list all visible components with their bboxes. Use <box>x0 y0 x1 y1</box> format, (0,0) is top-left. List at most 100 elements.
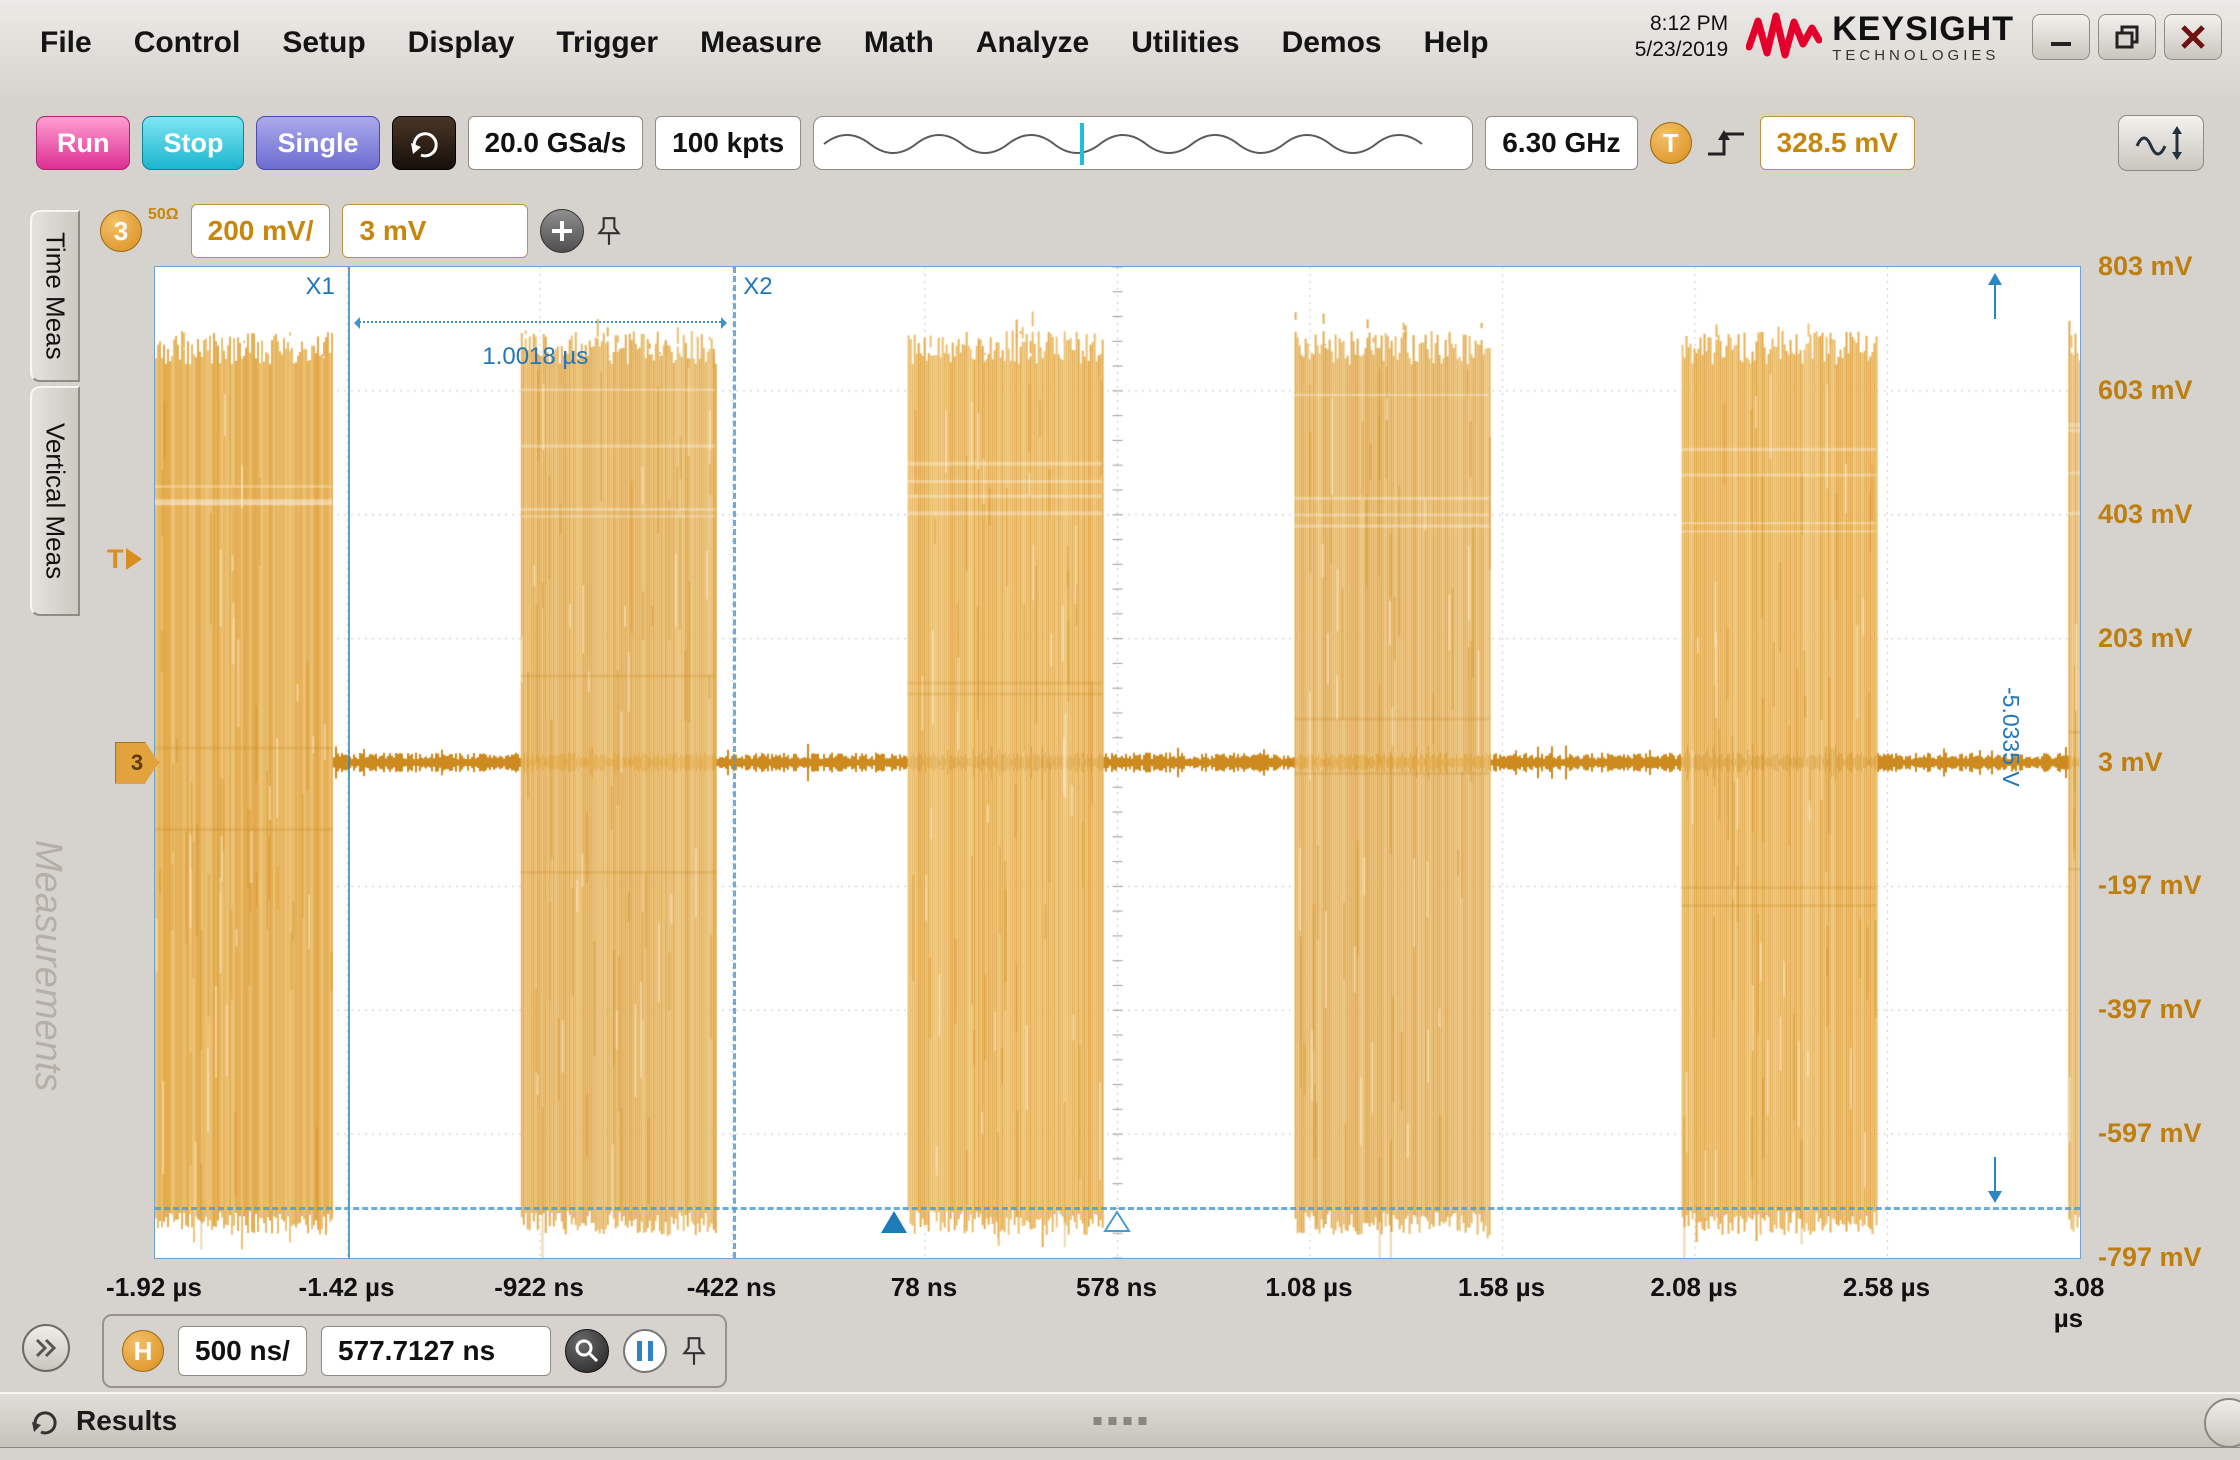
x-axis-label: -422 ns <box>687 1272 777 1303</box>
x-axis-label: -1.92 µs <box>106 1272 202 1303</box>
keysight-logo: KEYSIGHT TECHNOLOGIES <box>1746 10 2014 64</box>
y-axis-label: 603 mV <box>2098 375 2193 406</box>
x-axis-label: -1.42 µs <box>299 1272 395 1303</box>
menu-item-trigger[interactable]: Trigger <box>556 26 658 60</box>
zoom-button[interactable] <box>565 1329 609 1373</box>
drag-handle[interactable] <box>1094 1417 1147 1425</box>
double-chevron-icon <box>33 1336 59 1360</box>
channel-3-badge[interactable]: 3 <box>100 210 142 252</box>
x-axis-label: 78 ns <box>891 1272 958 1303</box>
menu-item-help[interactable]: Help <box>1424 26 1489 60</box>
vertical-scale-field[interactable]: 200 mV/ <box>191 204 331 258</box>
expand-panel-button[interactable] <box>22 1324 70 1372</box>
autoscale-button[interactable] <box>2118 115 2204 171</box>
run-button[interactable]: Run <box>36 116 130 170</box>
x-axis-label: 3.08 µs <box>2054 1272 2105 1334</box>
x-axis-label: 1.08 µs <box>1265 1272 1352 1303</box>
menu-list: File Control Setup Display Trigger Measure Mat… <box>40 26 1489 60</box>
tab-time-meas-label: Time Meas <box>40 232 71 360</box>
waveform-display[interactable] <box>155 267 2080 1258</box>
horizontal-position-field[interactable]: 577.7127 ns <box>321 1326 551 1376</box>
y-axis-label: -797 mV <box>2098 1242 2202 1273</box>
menu-item-analyze[interactable]: Analyze <box>976 26 1089 60</box>
stop-button[interactable]: Stop <box>142 116 244 170</box>
single-button[interactable]: Single <box>256 116 379 170</box>
autoscale-icon <box>2133 124 2189 162</box>
restore-button[interactable] <box>2098 14 2156 60</box>
trigger-time-marker <box>881 1211 907 1233</box>
tab-time-meas[interactable]: Time Meas <box>30 210 80 382</box>
impedance-label: 50Ω <box>148 206 179 224</box>
gate-bar-icon <box>637 1341 642 1361</box>
delta-x-measure-line <box>356 321 726 323</box>
clear-display-button[interactable] <box>392 116 456 170</box>
y-axis-label: -397 mV <box>2098 994 2202 1025</box>
results-expand-button[interactable] <box>2204 1398 2240 1448</box>
rising-edge-icon <box>1704 126 1748 160</box>
pin-icon[interactable] <box>681 1335 707 1367</box>
menu-item-utilities[interactable]: Utilities <box>1131 26 1239 60</box>
gating-button[interactable] <box>623 1329 667 1373</box>
offset-field[interactable]: 3 mV <box>342 204 528 258</box>
menu-bar: File Control Setup Display Trigger Measure Mat… <box>0 0 2240 100</box>
delta-x-value: 1.0018 µs <box>482 343 588 371</box>
trigger-source-badge[interactable]: T <box>1650 122 1692 164</box>
trigger-level-field[interactable]: 328.5 mV <box>1760 116 1915 170</box>
voltage-axis: 803 mV603 mV403 mV203 mV3 mV-197 mV-397 … <box>2092 266 2238 1257</box>
memory-depth-field[interactable]: 100 kpts <box>655 116 801 170</box>
y-axis-label: 803 mV <box>2098 251 2193 282</box>
horizontal-badge[interactable]: H <box>122 1330 164 1372</box>
pin-icon[interactable] <box>596 215 622 247</box>
trigger-marker-letter: T <box>107 544 124 575</box>
x1-cursor-line[interactable] <box>348 267 350 1258</box>
window-buttons <box>2032 14 2222 60</box>
y2-arrow-icon <box>1984 1155 2006 1205</box>
y1-offscreen-arrow-icon <box>1984 271 2006 321</box>
oscilloscope-app: File Control Setup Display Trigger Measure Mat… <box>0 0 2240 1460</box>
menu-item-display[interactable]: Display <box>408 26 515 60</box>
y-axis-label: -197 mV <box>2098 870 2202 901</box>
tab-vertical-meas-label: Vertical Meas <box>40 423 71 579</box>
delay-waveform-icon <box>814 117 1472 170</box>
results-bar[interactable]: Results <box>0 1392 2240 1448</box>
minimize-icon <box>2048 24 2074 50</box>
x2-cursor-line[interactable] <box>733 267 736 1258</box>
close-button[interactable] <box>2164 14 2222 60</box>
bandwidth-field[interactable]: 6.30 GHz <box>1485 116 1637 170</box>
horizontal-delay-indicator[interactable] <box>813 116 1473 170</box>
acquisition-toolbar: Run Stop Single 20.0 GSa/s 100 kpts 6.30… <box>0 112 2240 174</box>
trigger-level-marker[interactable]: T <box>107 544 153 575</box>
x-axis-label: 578 ns <box>1076 1272 1157 1303</box>
sample-rate-field[interactable]: 20.0 GSa/s <box>468 116 644 170</box>
menu-item-file[interactable]: File <box>40 26 92 60</box>
clear-display-icon <box>407 127 441 159</box>
keysight-spark-icon <box>1746 11 1822 63</box>
time-scale-field[interactable]: 500 ns/ <box>178 1326 307 1376</box>
y-axis-label: -597 mV <box>2098 1118 2202 1149</box>
close-icon <box>2178 22 2208 52</box>
add-channel-button[interactable] <box>540 209 584 253</box>
minimize-button[interactable] <box>2032 14 2090 60</box>
gate-bar-icon <box>648 1341 653 1361</box>
x-axis-label: 2.08 µs <box>1650 1272 1737 1303</box>
tab-vertical-meas[interactable]: Vertical Meas <box>30 386 80 616</box>
menu-item-setup[interactable]: Setup <box>282 26 365 60</box>
channel-marker-number: 3 <box>131 750 143 776</box>
menu-item-demos[interactable]: Demos <box>1282 26 1382 60</box>
results-settings-icon[interactable] <box>28 1405 60 1437</box>
channel-offset-marker[interactable]: 3 <box>115 742 159 784</box>
menu-item-control[interactable]: Control <box>134 26 241 60</box>
x-axis-label: 1.58 µs <box>1458 1272 1545 1303</box>
clock-time: 8:12 PM <box>1635 11 1728 37</box>
arrow-left-icon <box>354 317 360 329</box>
restore-icon <box>2114 24 2140 50</box>
results-label: Results <box>76 1405 177 1437</box>
y-axis-label: 403 mV <box>2098 499 2193 530</box>
x-axis-label: -922 ns <box>494 1272 584 1303</box>
menu-item-measure[interactable]: Measure <box>700 26 822 60</box>
horizontal-reference-marker <box>1103 1210 1131 1234</box>
menu-item-math[interactable]: Math <box>864 26 934 60</box>
timebase-toolbar: H 500 ns/ 577.7127 ns <box>102 1314 727 1388</box>
magnifier-icon <box>573 1337 601 1365</box>
x-axis-label: 2.58 µs <box>1843 1272 1930 1303</box>
